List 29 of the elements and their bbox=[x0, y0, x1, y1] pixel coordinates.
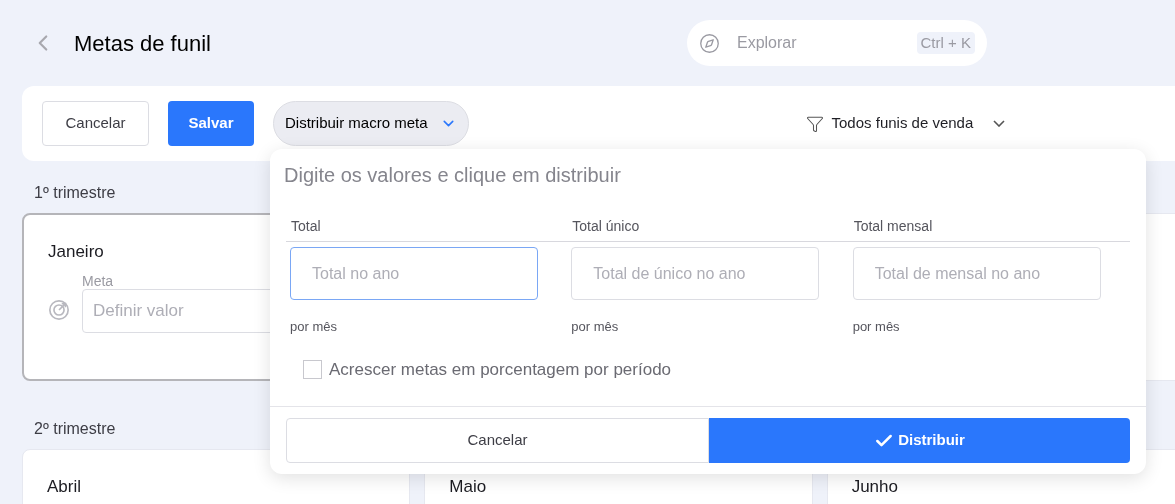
per-month-label: por mês bbox=[852, 318, 901, 336]
per-month-label: por mês bbox=[571, 318, 620, 336]
checkbox[interactable] bbox=[303, 359, 322, 379]
save-button[interactable]: Salvar bbox=[168, 101, 254, 146]
distribute-dropdown[interactable]: Distribuir macro meta bbox=[273, 101, 469, 146]
search-placeholder: Explorar bbox=[736, 33, 798, 53]
target-icon bbox=[48, 298, 70, 321]
page-title: Metas de funil bbox=[74, 29, 211, 58]
chevron-down-icon bbox=[993, 120, 1006, 127]
column-label: Total único bbox=[571, 217, 641, 236]
funnel-filter[interactable]: Todos funis de venda bbox=[805, 112, 1006, 135]
column-label: Total bbox=[290, 217, 322, 236]
compass-icon bbox=[698, 32, 720, 54]
month-title: Junho bbox=[851, 476, 899, 498]
month-title: Abril bbox=[47, 476, 82, 498]
popover-cancel-button[interactable]: Cancelar bbox=[286, 418, 709, 463]
per-month-label: por mês bbox=[290, 318, 338, 336]
popover-title: Digite os valores e clique em distribuir bbox=[283, 163, 622, 188]
month-title: Janeiro bbox=[48, 241, 105, 263]
shortcut-hint: Ctrl + K bbox=[916, 31, 975, 55]
month-title: Maio bbox=[449, 476, 488, 498]
field-label: Meta bbox=[82, 272, 114, 289]
quarter-title: 1º trimestre bbox=[34, 183, 116, 203]
distribute-button[interactable]: Distribuir bbox=[709, 418, 1130, 463]
quarter-title: 2º trimestre bbox=[34, 419, 116, 439]
total-input[interactable]: Total no ano bbox=[290, 247, 538, 300]
cancel-button[interactable]: Cancelar bbox=[42, 101, 149, 146]
column-label: Total mensal bbox=[852, 217, 934, 236]
filter-icon bbox=[805, 114, 824, 133]
